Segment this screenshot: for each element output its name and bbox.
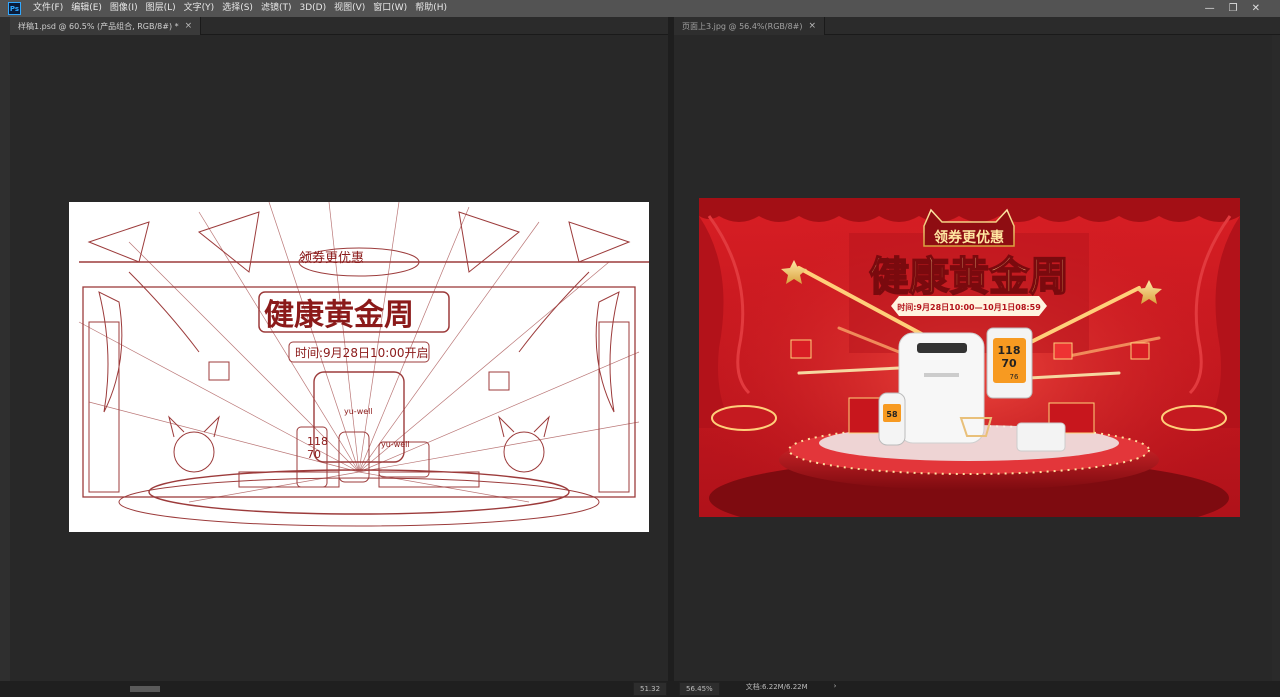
sketch-title: 健康黄金周 (264, 298, 414, 333)
canvas-right[interactable]: 领券更优惠 健康黄金周 时间:9月28日10:00—10月1日08:59 118… (674, 35, 1280, 681)
zoom-right[interactable]: 56.45% (679, 682, 720, 696)
menu-image[interactable]: 图像(I) (106, 0, 142, 17)
menu-filter[interactable]: 滤镜(T) (257, 0, 296, 17)
meter-display: 58 (886, 410, 898, 419)
tab-label: 页面上3.jpg @ 56.4%(RGB/8#) (682, 21, 803, 31)
menu-layer[interactable]: 图层(L) (142, 0, 180, 17)
sketch-badge: 领券更优惠 (299, 250, 364, 266)
banner-illustration: 领券更优惠 健康黄金周 时间:9月28日10:00—10月1日08:59 118… (699, 198, 1240, 517)
tab-sketch-doc[interactable]: 样稿1.psd @ 60.5% (产品组合, RGB/8#) * × (10, 17, 202, 35)
tab-close-icon[interactable]: × (185, 21, 193, 31)
tabbar-left: 样稿1.psd @ 60.5% (产品组合, RGB/8#) * × (10, 17, 668, 35)
tools-gutter (0, 17, 10, 681)
banner-badge: 领券更优惠 (934, 229, 1004, 246)
status-bar: 51.32 56.45% 文档:6.22M/6.22M › (0, 681, 1280, 697)
minimize-icon[interactable]: — (1205, 3, 1215, 14)
sketch-time: 时间:9月28日10:00开启 (295, 346, 429, 360)
status-left: 51.32 (633, 682, 668, 696)
status-arrow-icon[interactable]: › (834, 682, 837, 696)
menu-file[interactable]: 文件(F) (29, 0, 67, 17)
zoom-left[interactable]: 51.32 (633, 682, 668, 696)
scroll-thumb[interactable] (130, 686, 160, 692)
sketch-lcd-bottom: 70 (307, 448, 321, 461)
document-pane-left: 样稿1.psd @ 60.5% (产品组合, RGB/8#) * × 领券更优惠… (10, 17, 668, 681)
document-pane-right: 页面上3.jpg @ 56.4%(RGB/8#) × 领券更优惠 健康黄金周 时… (674, 17, 1280, 681)
window-controls: — ❐ ✕ (1205, 0, 1260, 17)
menu-view[interactable]: 视图(V) (330, 0, 369, 17)
bp-display-dia: 70 (1001, 357, 1017, 370)
menu-select[interactable]: 选择(S) (218, 0, 257, 17)
sketch-illustration: 领券更优惠 健康黄金周 时间:9月28日10:00开启 118 70 yu-we… (78, 202, 649, 527)
horizontal-scrollbar[interactable] (0, 681, 633, 697)
menu-type[interactable]: 文字(Y) (180, 0, 219, 17)
sketch-label-a: yu-well (344, 407, 373, 416)
banner-time: 时间:9月28日10:00—10月1日08:59 (897, 302, 1041, 312)
menu-window[interactable]: 窗口(W) (369, 0, 411, 17)
sketch-lcd-top: 118 (307, 435, 328, 448)
doc-size: 文档:6.22M/6.22M (745, 683, 808, 691)
menu-edit[interactable]: 编辑(E) (67, 0, 106, 17)
restore-icon[interactable]: ❐ (1229, 3, 1238, 14)
close-icon[interactable]: ✕ (1252, 3, 1260, 14)
menu-3d[interactable]: 3D(D) (295, 0, 330, 17)
status-right: 56.45% 文档:6.22M/6.22M › (679, 682, 836, 696)
sketch-label-b: yu-well (381, 440, 410, 449)
photoshop-logo-icon: Ps (8, 2, 21, 15)
tabbar-right: 页面上3.jpg @ 56.4%(RGB/8#) × (674, 17, 1280, 35)
menu-help[interactable]: 帮助(H) (411, 0, 451, 17)
vertical-scrollbar[interactable] (1272, 35, 1280, 681)
bp-display-sys: 118 (998, 344, 1021, 357)
menu-bar: Ps 文件(F) 编辑(E) 图像(I) 图层(L) 文字(Y) 选择(S) 滤… (0, 0, 1280, 17)
tab-label: 样稿1.psd @ 60.5% (产品组合, RGB/8#) * (18, 21, 179, 31)
banner-title: 健康黄金周 (869, 254, 1069, 300)
tab-close-icon[interactable]: × (809, 21, 817, 31)
canvas-left[interactable]: 领券更优惠 健康黄金周 时间:9月28日10:00开启 118 70 yu-we… (10, 35, 668, 681)
bp-display-pulse: 76 (1010, 373, 1019, 381)
sketch-document: 领券更优惠 健康黄金周 时间:9月28日10:00开启 118 70 yu-we… (69, 202, 649, 532)
tab-banner-doc[interactable]: 页面上3.jpg @ 56.4%(RGB/8#) × (674, 17, 826, 35)
banner-document: 领券更优惠 健康黄金周 时间:9月28日10:00—10月1日08:59 118… (699, 198, 1240, 517)
